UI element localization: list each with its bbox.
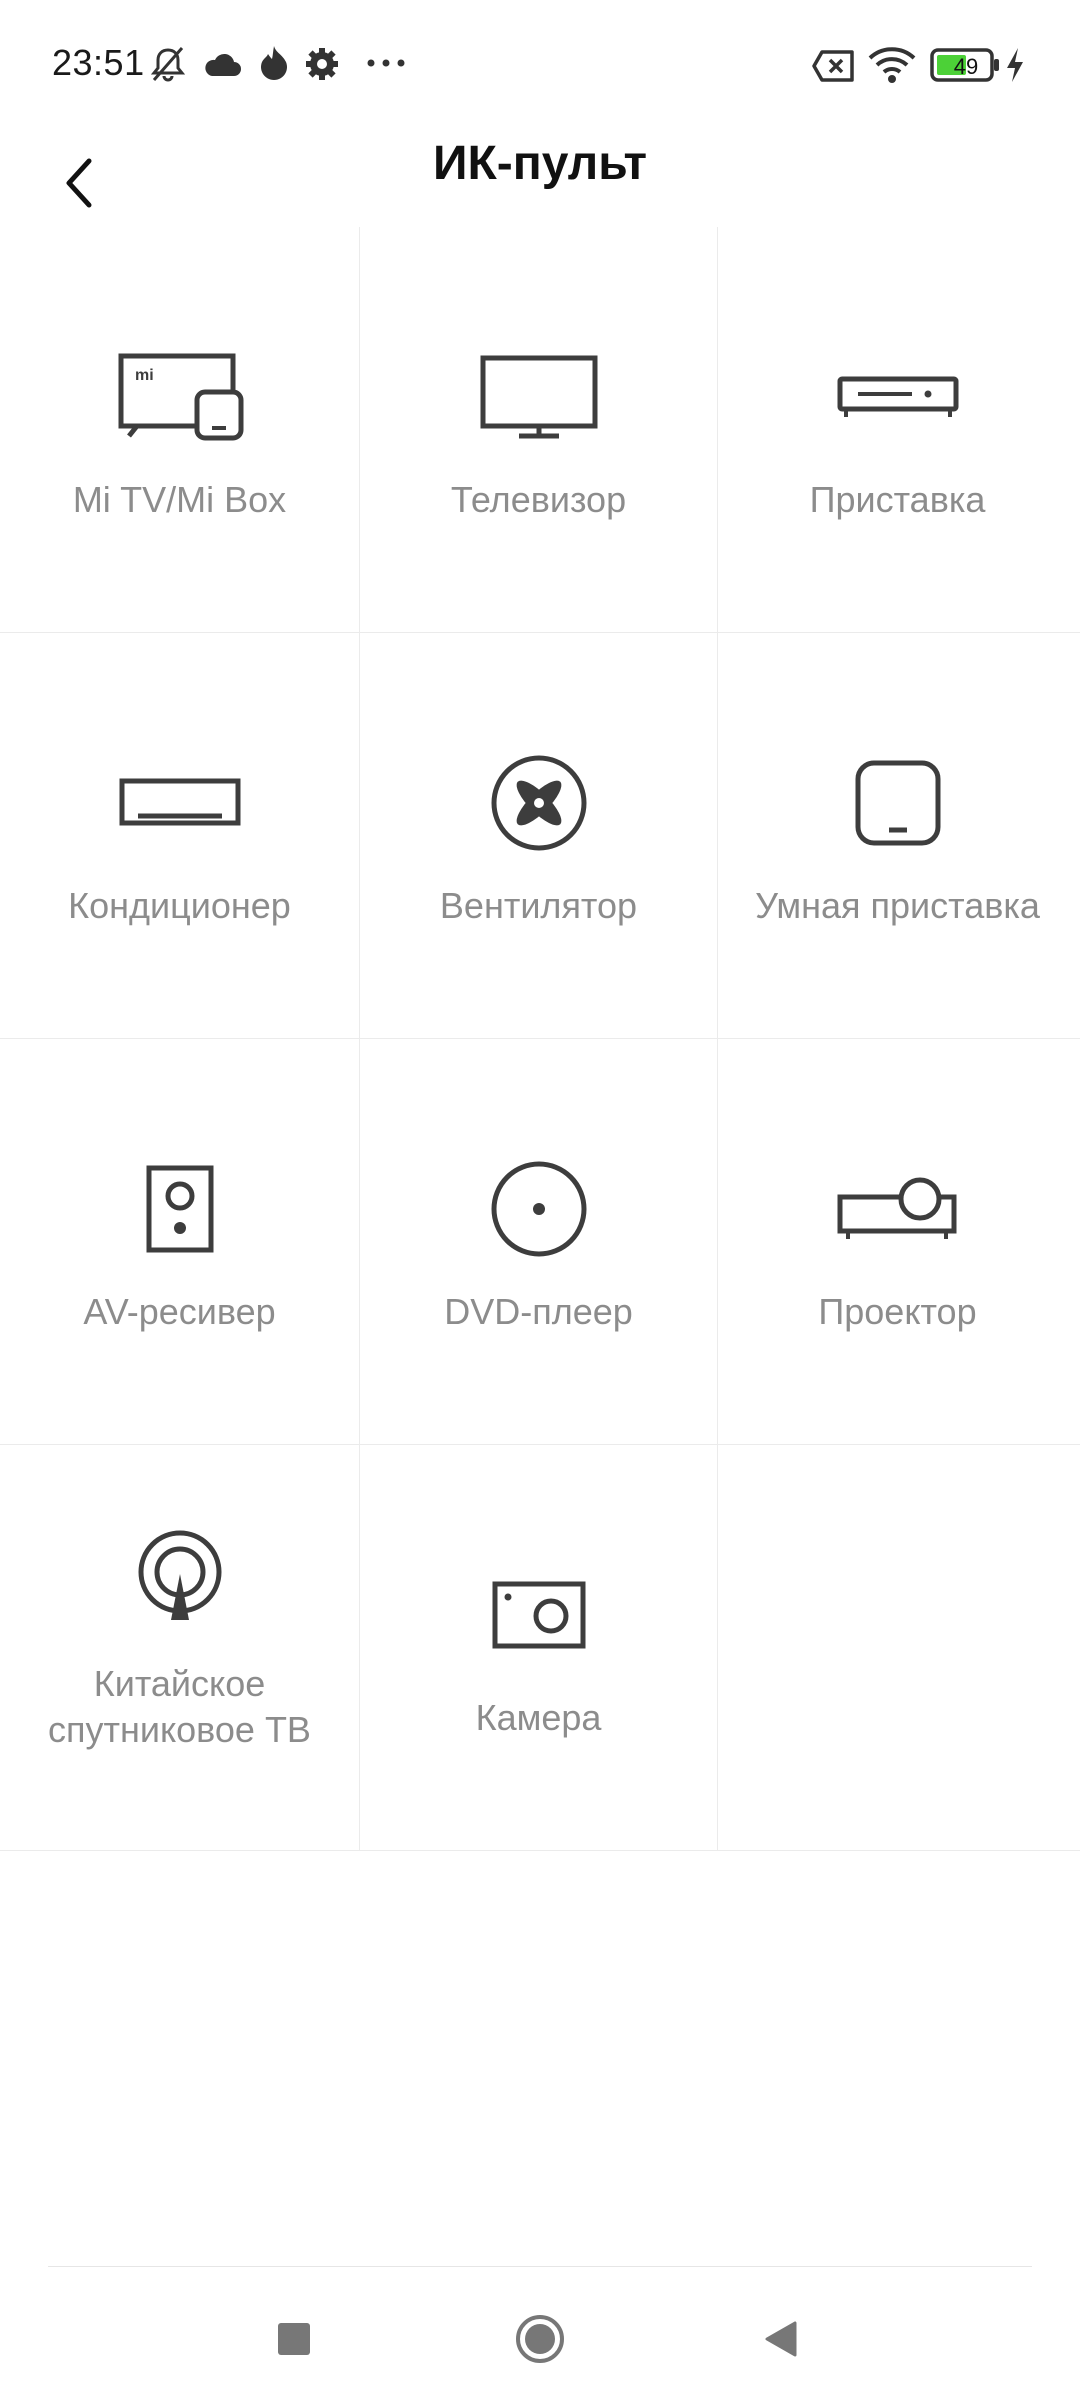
home-button[interactable] <box>505 2304 575 2374</box>
settop-box-icon <box>718 347 1077 447</box>
header: ИК-пульт <box>0 130 1080 230</box>
device-label: AV-ресивер <box>83 1291 276 1332</box>
cloud-icon <box>202 50 242 78</box>
device-label: Телевизор <box>450 479 627 520</box>
device-label: Приставка <box>809 479 986 520</box>
navigation-bar <box>0 2268 1080 2400</box>
home-circle-icon <box>516 2315 564 2363</box>
screen: 23:51 49 ИК-пульт mi Mi TV/Mi Box Телеви… <box>0 0 1080 2400</box>
device-grid: mi Mi TV/Mi Box Телевизор Приставка Конд… <box>0 227 1080 1851</box>
more-dots-icon <box>366 58 406 68</box>
charging-icon <box>1004 46 1026 84</box>
device-label: Кондиционер <box>68 885 291 926</box>
svg-text:mi: mi <box>135 367 154 384</box>
air-conditioner-icon <box>0 753 359 853</box>
recents-button[interactable] <box>259 2304 329 2374</box>
back-triangle-icon <box>765 2321 797 2357</box>
device-label: Камера <box>475 1697 602 1738</box>
projector-icon <box>718 1159 1077 1259</box>
status-bar: 23:51 49 <box>0 0 1080 130</box>
gear-icon <box>304 46 340 82</box>
device-projector[interactable]: Проектор <box>718 1039 1077 1444</box>
device-mi-tv-box[interactable]: mi Mi TV/Mi Box <box>0 227 359 632</box>
status-time: 23:51 <box>52 42 145 83</box>
sim-x-icon <box>812 50 856 82</box>
device-tv[interactable]: Телевизор <box>359 227 718 632</box>
device-av-receiver[interactable]: AV-ресивер <box>0 1039 359 1444</box>
tv-icon <box>359 347 718 447</box>
grid-divider <box>0 1850 1080 1851</box>
satellite-icon <box>0 1525 359 1625</box>
device-label: Mi TV/Mi Box <box>72 479 287 520</box>
device-label: Проектор <box>818 1291 977 1332</box>
speaker-icon <box>0 1159 359 1259</box>
camera-icon <box>359 1565 718 1665</box>
device-smart-box[interactable]: Умная приставка <box>718 633 1077 1038</box>
device-chinese-satellite-tv[interactable]: Китайское спутниковое ТВ <box>0 1445 359 1850</box>
device-label: Вентилятор <box>439 885 638 926</box>
device-camera[interactable]: Камера <box>359 1445 718 1850</box>
device-settop-box[interactable]: Приставка <box>718 227 1077 632</box>
recents-square-icon <box>278 2323 310 2355</box>
smart-box-icon <box>718 753 1077 853</box>
device-label: DVD-плеер <box>444 1291 633 1332</box>
mute-icon <box>148 44 188 84</box>
device-dvd-player[interactable]: DVD-плеер <box>359 1039 718 1444</box>
back-nav-button[interactable] <box>746 2304 816 2374</box>
disc-icon <box>359 1159 718 1259</box>
wifi-icon <box>868 46 916 84</box>
fan-icon <box>359 753 718 853</box>
device-air-conditioner[interactable]: Кондиционер <box>0 633 359 1038</box>
device-label: Китайское спутниковое ТВ <box>48 1663 311 1750</box>
page-title: ИК-пульт <box>432 137 648 190</box>
nav-divider <box>48 2266 1032 2267</box>
device-fan[interactable]: Вентилятор <box>359 633 718 1038</box>
mi-tv-box-icon: mi <box>0 347 359 447</box>
device-label: Умная приставка <box>755 885 1040 926</box>
battery-level: 49 <box>953 54 979 79</box>
flame-icon <box>256 44 292 84</box>
